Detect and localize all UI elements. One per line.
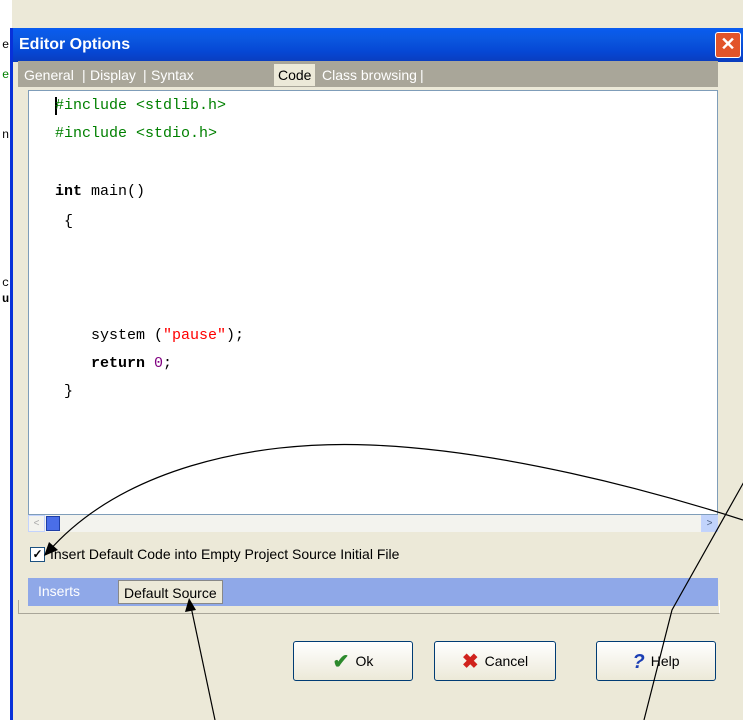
code-line: system ("pause"); <box>55 327 245 344</box>
ok-button[interactable]: ✔ Ok <box>293 641 413 681</box>
tab-syntax[interactable]: Syntax <box>151 65 194 85</box>
tab-separator: | <box>82 67 86 83</box>
tab-code[interactable]: Code <box>274 64 316 86</box>
code-line: #include <stdlib.h> <box>55 97 227 114</box>
insert-default-code-checkbox[interactable]: ✓ <box>30 547 45 562</box>
tab-separator: | <box>420 67 424 83</box>
cross-icon: ✖ <box>461 651 479 674</box>
ok-label: Ok <box>355 653 374 669</box>
scrollbar-thumb[interactable] <box>46 516 60 531</box>
close-button[interactable]: ✕ <box>715 32 741 58</box>
tab-display[interactable]: Display <box>90 65 136 85</box>
code-line: return 0; <box>55 355 173 372</box>
code-line: { <box>55 213 74 230</box>
bg-text-fragment: n <box>2 128 10 142</box>
close-icon: ✕ <box>720 34 736 54</box>
chevron-right-icon: > <box>706 518 713 529</box>
cancel-label: Cancel <box>484 653 529 669</box>
checkmark-icon: ✓ <box>32 547 43 561</box>
tab-general[interactable]: General <box>24 65 74 85</box>
horizontal-scrollbar[interactable]: < > <box>28 515 718 532</box>
tab-class-browsing[interactable]: Class browsing <box>322 65 417 85</box>
help-button[interactable]: ? Help <box>596 641 716 681</box>
bg-text-fragment: e <box>2 68 10 82</box>
options-tab-strip: General | Display | Syntax Code Class br… <box>18 61 718 87</box>
code-line: int main() <box>55 183 146 200</box>
code-line: } <box>55 383 74 400</box>
scroll-right-button[interactable]: > <box>701 515 718 532</box>
chevron-left-icon: < <box>33 518 40 529</box>
help-label: Help <box>650 653 680 669</box>
background-window-bar <box>0 0 743 28</box>
scroll-left-button[interactable]: < <box>28 515 45 532</box>
tab-inserts[interactable]: Inserts <box>38 583 80 599</box>
bg-text-fragment: e <box>2 38 10 52</box>
checkmark-icon: ✔ <box>332 651 350 674</box>
dialog-title: Editor Options <box>19 36 131 53</box>
bg-text-fragment: c <box>2 276 10 290</box>
code-editor[interactable]: #include <stdlib.h> #include <stdio.h> i… <box>28 90 718 515</box>
panel-border <box>18 600 720 614</box>
cancel-button[interactable]: ✖ Cancel <box>434 641 556 681</box>
bg-text-fragment: u <box>2 292 10 306</box>
checkbox-label[interactable]: Insert Default Code into Empty Project S… <box>50 546 399 562</box>
insert-default-code-row: ✓ Insert Default Code into Empty Project… <box>28 544 718 568</box>
title-bar[interactable]: Editor Options ✕ <box>13 28 743 62</box>
code-line: #include <stdio.h> <box>55 125 218 142</box>
tab-separator: | <box>143 67 147 83</box>
help-icon: ? <box>632 651 645 674</box>
